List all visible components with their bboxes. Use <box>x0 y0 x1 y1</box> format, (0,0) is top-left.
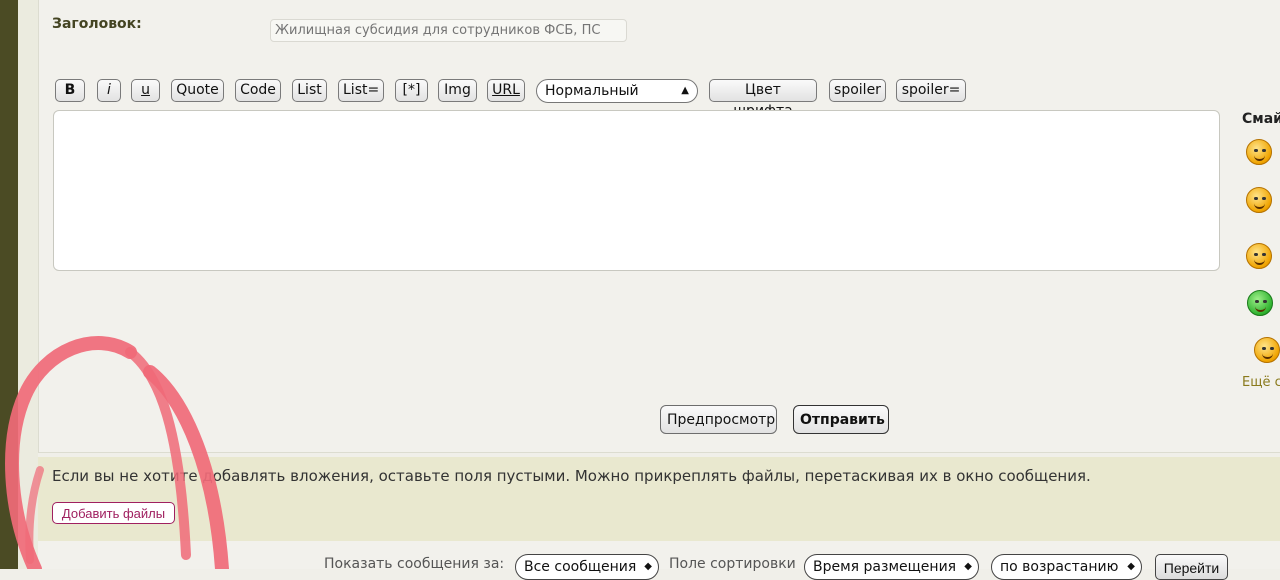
show-posts-value: Все сообщения <box>524 559 637 575</box>
show-posts-select[interactable]: Все сообщения ◆ <box>515 554 659 580</box>
font-size-value: Нормальный <box>545 83 639 99</box>
message-textarea[interactable] <box>53 110 1220 271</box>
sort-field-select[interactable]: Время размещения ◆ <box>804 554 979 580</box>
attachments-info: Если вы не хотите добавлять вложения, ос… <box>52 467 1091 485</box>
sort-field-label: Поле сортировки <box>669 556 796 572</box>
select-arrows-icon: ◆ <box>964 561 972 572</box>
sort-field-value: Время размещения <box>813 559 957 575</box>
font-color-button[interactable]: Цвет шрифта <box>709 79 817 119</box>
smiley-icon[interactable] <box>1247 290 1273 316</box>
list-item-button[interactable]: [*] <box>395 79 428 102</box>
more-smileys-link[interactable]: Ещё с <box>1242 375 1280 390</box>
sort-order-select[interactable]: по возрастанию ◆ <box>991 554 1142 580</box>
left-gutter <box>18 0 38 569</box>
smileys-title: Смай <box>1242 111 1280 127</box>
select-arrows-icon: ◆ <box>644 561 652 572</box>
submit-button[interactable]: Отправить <box>793 405 889 434</box>
bold-button[interactable]: B <box>55 79 85 102</box>
font-size-select[interactable]: Нормальный ▲ <box>536 79 698 103</box>
sort-order-value: по возрастанию <box>1000 559 1119 575</box>
subject-label: Заголовок: <box>52 16 142 32</box>
code-button[interactable]: Code <box>235 79 281 102</box>
list-button[interactable]: List <box>292 79 327 102</box>
smiley-icon[interactable] <box>1254 337 1280 363</box>
smiley-icon[interactable] <box>1246 187 1272 213</box>
quote-button[interactable]: Quote <box>171 79 224 102</box>
go-button[interactable]: Перейти <box>1155 554 1228 580</box>
subject-input[interactable] <box>270 19 627 42</box>
add-files-button[interactable]: Добавить файлы <box>52 502 175 524</box>
spoiler-button[interactable]: spoiler <box>829 79 886 102</box>
image-button[interactable]: Img <box>438 79 477 102</box>
smiley-icon[interactable] <box>1246 243 1272 269</box>
underline-button[interactable]: u <box>131 79 160 102</box>
select-arrows-icon: ◆ <box>1127 561 1135 572</box>
show-posts-label: Показать сообщения за: <box>324 556 505 572</box>
spoiler-titled-button[interactable]: spoiler= <box>896 79 966 102</box>
italic-button[interactable]: i <box>97 79 121 102</box>
select-arrows-icon: ▲ <box>681 85 689 96</box>
left-sidebar-strip <box>0 0 18 569</box>
url-button[interactable]: URL <box>487 79 525 102</box>
smiley-icon[interactable] <box>1246 139 1272 165</box>
ordered-list-button[interactable]: List= <box>338 79 384 102</box>
preview-button[interactable]: Предпросмотр <box>660 405 777 434</box>
